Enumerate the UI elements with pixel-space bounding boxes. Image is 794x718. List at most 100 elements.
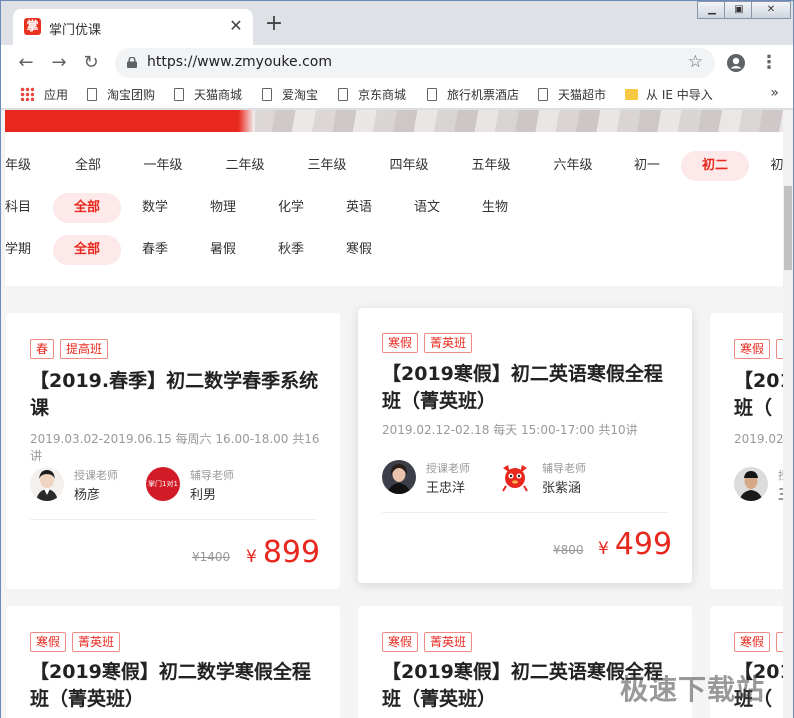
bookmarks-overflow-icon[interactable]: » [770,85,779,101]
bookmark-item[interactable]: 淘宝团购 [87,86,155,104]
term-option[interactable]: 寒假 [339,235,379,265]
subject-option[interactable]: 英语 [339,193,379,223]
browser-toolbar: ← → ↻ https://www.zmyouke.com ☆ ⋮ [1,45,793,81]
grade-option[interactable]: 三年级 [299,151,355,181]
bookmark-star-icon[interactable]: ☆ [688,52,703,72]
course-title[interactable]: 【201 [734,368,783,395]
course-tag [776,632,783,652]
address-bar[interactable]: https://www.zmyouke.com ☆ [115,48,715,78]
lecturer-role: 授课老师 [426,462,470,475]
course-tag: 菁英班 [424,632,473,652]
grade-option[interactable]: 六年级 [545,151,601,181]
term-option[interactable]: 秋季 [271,235,311,265]
course-schedule: 2019.02. [734,432,783,446]
reload-button[interactable]: ↻ [79,51,103,75]
bookmark-item[interactable]: 天猫商城 [174,86,242,104]
course-card[interactable]: 寒假 菁英班 【2019寒假】初二数学寒假全程班（菁英班） [6,606,340,718]
course-tags: 寒假 [734,338,783,359]
tutor-avatar: 掌门1对1 [146,467,180,501]
page-scrollbar[interactable] [783,110,793,718]
filter-label: 年级 [5,158,32,173]
lecturer-name: 王忠洋 [426,481,466,496]
tutor-info: 掌门1对1 辅导老师 利男 [146,467,266,503]
forward-button[interactable]: → [47,51,71,75]
site-favicon-icon: 掌 [24,18,41,35]
course-card[interactable]: 春提高班 【2019.春季】初二数学春季系统课 2019.03.02-2019.… [6,313,340,589]
bookmark-apps[interactable]: 应用 [20,86,68,104]
scrollbar-thumb[interactable] [784,186,792,270]
grade-filter-row: 年级 全部 一年级 二年级 三年级 四年级 五年级 六年级 初一 初二 初 [5,151,783,181]
course-title[interactable]: 【2019.春季】初二数学春季系统课 [30,368,320,422]
bookmark-item[interactable]: 天猫超市 [538,86,606,104]
card-divider [30,519,316,520]
course-tag: 菁英班 [424,333,473,353]
subject-option[interactable]: 数学 [135,193,175,223]
page-icon [87,88,97,101]
grade-option[interactable]: 全部 [63,151,113,181]
window-close-button[interactable]: ✕ [751,1,791,19]
course-schedule: 2019.03.02-2019.06.15 每周六 16.00-18.00 共1… [30,432,320,463]
grade-option[interactable]: 四年级 [381,151,437,181]
subject-filter-row: 科目 全部 数学 物理 化学 英语 语文 生物 [5,193,783,223]
course-title[interactable]: 【2019寒假】初二数学寒假全程班（菁英班） [30,659,326,713]
profile-icon[interactable] [724,51,748,75]
subject-option[interactable]: 语文 [407,193,447,223]
page-icon [174,88,184,101]
course-tag: 提高班 [60,339,109,359]
course-card[interactable]: 寒假 【201 班（ 2019.02. 授 王 [710,313,783,589]
grade-option[interactable]: 初 [767,151,783,181]
grade-option[interactable]: 初一 [625,151,669,181]
lecturer-info: 授课老师 杨彦 [30,467,150,503]
new-tab-button[interactable]: + [263,13,285,36]
subject-option-selected[interactable]: 全部 [53,193,121,223]
bookmark-item[interactable]: 旅行机票酒店 [427,86,519,104]
course-tags: 寒假 [734,631,783,652]
lecturer-info: 授课老师 王忠洋 [382,460,502,496]
bookmark-item[interactable]: 京东商城 [338,86,406,104]
grade-option[interactable]: 一年级 [135,151,191,181]
subject-option[interactable]: 化学 [271,193,311,223]
tutor-name: 张紫涵 [542,481,582,496]
folder-icon [625,89,638,100]
apps-grid-icon [20,87,34,101]
sale-price: ¥499 [598,527,673,562]
bookmarks-bar: 应用 淘宝团购 天猫商城 爱淘宝 京东商城 旅行机票酒店 天猫超市 从 IE 中… [1,81,793,109]
banner-image [5,110,783,132]
original-price: ¥1400 [192,550,231,564]
minimize-button[interactable]: ▁ [697,1,727,19]
browser-tab[interactable]: 掌 掌门优课 ✕ [13,9,253,45]
course-card[interactable]: 寒假 菁英班 【2019寒假】初二英语寒假全程班（菁英班） 2019.02.12-… [358,308,692,583]
course-schedule: 2019.02.12-02.18 每天 15:00-17:00 共10讲 [382,423,638,437]
lecturer-info: 授 王 [734,467,783,503]
tab-strip: 掌 掌门优课 ✕ + ▁ ▣ ✕ [1,1,793,45]
subject-option[interactable]: 物理 [203,193,243,223]
tab-title: 掌门优课 [49,23,102,38]
menu-icon[interactable]: ⋮ [757,51,781,75]
term-option[interactable]: 春季 [135,235,175,265]
back-button[interactable]: ← [14,51,38,75]
term-option-selected[interactable]: 全部 [53,235,121,265]
course-tags: 寒假 菁英班 [30,631,126,652]
maximize-button[interactable]: ▣ [724,1,754,19]
tutor-avatar [498,460,532,494]
grade-option-selected[interactable]: 初二 [681,151,749,181]
course-title[interactable]: 【2019寒假】初二英语寒假全程班（菁英班） [382,361,678,415]
watermark-text: 极速下载站 [619,673,765,706]
page-icon [338,88,348,101]
grade-option[interactable]: 五年级 [463,151,519,181]
page-content: 年级 全部 一年级 二年级 三年级 四年级 五年级 六年级 初一 初二 初 科目… [1,110,783,718]
bookmark-item[interactable]: 爱淘宝 [262,86,318,104]
course-tags: 寒假 菁英班 [382,631,478,652]
course-tags: 春提高班 [30,338,114,359]
tutor-info: 辅导老师 张紫涵 [498,460,618,496]
subject-option[interactable]: 生物 [475,193,515,223]
close-tab-icon[interactable]: ✕ [227,17,245,35]
tutor-name: 利男 [190,488,217,503]
term-option[interactable]: 暑假 [203,235,243,265]
tutor-role: 辅导老师 [190,469,234,482]
lecturer-avatar [382,460,416,494]
grade-option[interactable]: 二年级 [217,151,273,181]
filter-label: 科目 [5,200,32,215]
original-price: ¥800 [553,543,584,557]
bookmark-import[interactable]: 从 IE 中导入 [625,86,713,104]
